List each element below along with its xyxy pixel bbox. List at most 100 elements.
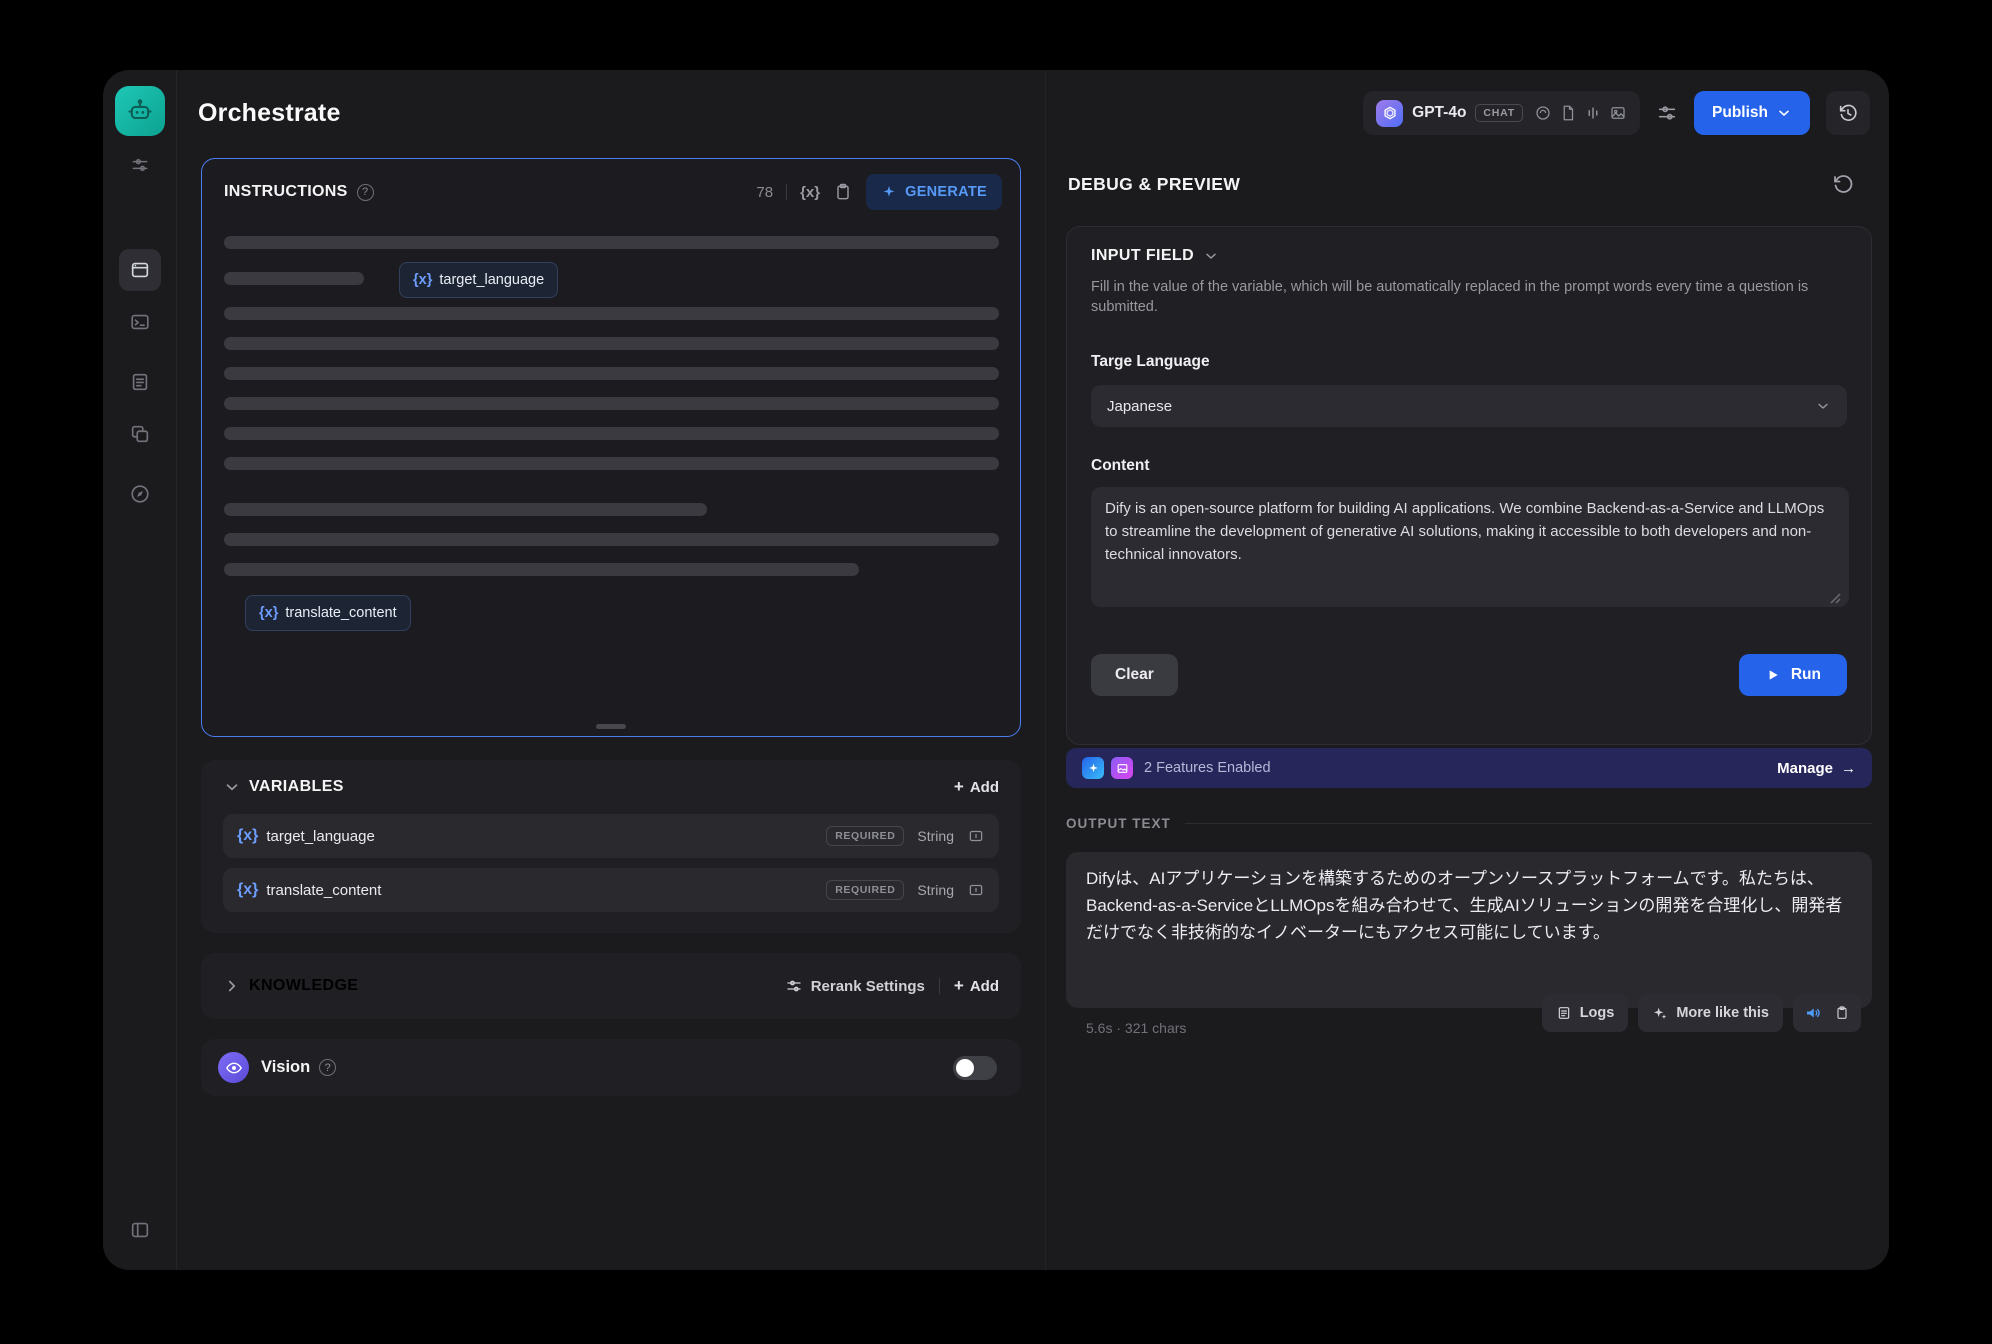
eye-icon (218, 1052, 249, 1083)
chevron-down-icon (1203, 248, 1219, 264)
content-input[interactable]: Dify is an open-source platform for buil… (1091, 487, 1849, 607)
sidebar-item-terminal[interactable] (119, 301, 161, 343)
plus-icon: + (954, 777, 964, 797)
variable-row[interactable]: {x} target_language REQUIRED String (223, 814, 999, 858)
chevron-right-icon[interactable] (223, 977, 241, 995)
sidebar (103, 70, 177, 1270)
output-meta: 5.6s · 321 chars (1086, 1020, 1186, 1036)
variable-type: String (917, 828, 954, 844)
variable-type-icon[interactable] (967, 827, 985, 845)
brace-x-icon: {x} (237, 827, 258, 845)
sparkle-icon (1652, 1005, 1668, 1021)
debug-preview-title: DEBUG & PREVIEW (1068, 174, 1240, 195)
variables-title: VARIABLES (249, 778, 344, 796)
sliders-icon (130, 155, 150, 175)
skeleton-line (224, 397, 999, 410)
sparkle-icon (881, 184, 897, 200)
variable-type: String (917, 882, 954, 898)
help-icon[interactable]: ? (319, 1059, 336, 1076)
more-like-this-button[interactable]: More like this (1638, 994, 1783, 1032)
add-variable-button[interactable]: + Add (954, 777, 999, 797)
variables-panel: VARIABLES + Add {x} target_language REQU… (201, 760, 1021, 933)
debug-preview-pane: DEBUG & PREVIEW INPUT FIELD Fill in the … (1045, 70, 1889, 1270)
output-title: OUTPUT TEXT (1066, 816, 1171, 831)
chevron-down-icon[interactable] (223, 778, 241, 796)
insert-variable-button[interactable]: {x} (800, 184, 820, 201)
play-icon (1765, 667, 1781, 683)
brace-x-icon: {x} (259, 605, 278, 621)
input-field-header[interactable]: INPUT FIELD (1091, 247, 1847, 265)
generate-label: GENERATE (905, 184, 987, 200)
copy-icon (129, 423, 151, 445)
sidebar-item-orchestrate[interactable] (119, 249, 161, 291)
manage-features-button[interactable]: Manage → (1777, 760, 1856, 777)
knowledge-title: KNOWLEDGE (249, 977, 358, 995)
generate-feature-icon (1082, 757, 1104, 779)
skeleton-line (224, 307, 999, 320)
logs-button[interactable]: Logs (1542, 994, 1629, 1032)
instructions-panel: INSTRUCTIONS ? 78 {x} GEN (201, 158, 1021, 737)
sidebar-item-explore[interactable] (119, 473, 161, 515)
chevron-down-icon (1815, 398, 1831, 414)
char-count: 78 (756, 184, 773, 201)
required-badge: REQUIRED (826, 826, 904, 846)
orchestrate-pane: INSTRUCTIONS ? 78 {x} GEN (177, 148, 1045, 1270)
add-label: Add (970, 779, 999, 796)
divider (939, 978, 940, 994)
collapse-panel-button[interactable] (119, 1209, 161, 1251)
run-button[interactable]: Run (1739, 654, 1847, 696)
sidebar-item-logs[interactable] (119, 361, 161, 403)
arrow-right-icon: → (1841, 760, 1856, 777)
clear-label: Clear (1115, 666, 1154, 684)
variable-type-icon[interactable] (967, 881, 985, 899)
sidebar-item-settings[interactable] (119, 144, 161, 186)
toggle-knob (956, 1059, 974, 1077)
required-badge: REQUIRED (826, 880, 904, 900)
generate-button[interactable]: GENERATE (866, 174, 1002, 210)
sidebar-item-annotations[interactable] (119, 413, 161, 455)
document-list-icon (129, 371, 151, 393)
variable-row[interactable]: {x} translate_content REQUIRED String (223, 868, 999, 912)
image-feature-icon (1111, 757, 1133, 779)
variable-name: target_language (266, 828, 374, 845)
clear-button[interactable]: Clear (1091, 654, 1178, 696)
output-text: Difyは、AIアプリケーションを構築するためのオープンソースプラットフォームで… (1066, 852, 1872, 1008)
skeleton-line (224, 337, 999, 350)
target-language-select[interactable]: Japanese (1091, 385, 1847, 427)
copy-output-icon[interactable] (1834, 1005, 1850, 1021)
chip-label: translate_content (285, 605, 396, 621)
manage-label: Manage (1777, 760, 1833, 777)
skeleton-line (224, 427, 999, 440)
content-label: Content (1091, 457, 1847, 475)
resize-handle[interactable] (596, 724, 626, 729)
app-logo[interactable] (115, 86, 165, 136)
instructions-title: INSTRUCTIONS (224, 183, 348, 201)
skeleton-line (224, 367, 999, 380)
clipboard-icon[interactable] (833, 182, 853, 202)
divider (786, 184, 787, 200)
more-like-this-label: More like this (1676, 1005, 1769, 1021)
variable-name: translate_content (266, 882, 381, 899)
input-field-title: INPUT FIELD (1091, 247, 1194, 265)
variable-chip-translate-content[interactable]: {x} translate_content (245, 595, 411, 631)
skeleton-line (224, 503, 707, 516)
skeleton-line (224, 563, 859, 576)
logs-icon (1556, 1005, 1572, 1021)
output-actions: Logs More like this (1542, 994, 1861, 1032)
vision-label: Vision (261, 1058, 310, 1077)
logs-label: Logs (1580, 1005, 1615, 1021)
speaker-icon[interactable] (1804, 1004, 1822, 1022)
panel-left-icon (129, 1219, 151, 1241)
vision-toggle[interactable] (953, 1056, 997, 1080)
restart-icon[interactable] (1831, 172, 1855, 196)
selected-language: Japanese (1107, 398, 1172, 415)
input-field-card: INPUT FIELD Fill in the value of the var… (1066, 226, 1872, 745)
rerank-settings-button[interactable]: Rerank Settings (785, 977, 925, 995)
run-label: Run (1791, 666, 1821, 684)
rerank-label: Rerank Settings (811, 978, 925, 995)
variable-chip-target-language[interactable]: {x} target_language (399, 262, 558, 298)
resize-corner-icon[interactable] (1830, 593, 1841, 604)
chip-label: target_language (439, 272, 544, 288)
help-icon[interactable]: ? (357, 184, 374, 201)
add-knowledge-button[interactable]: + Add (954, 976, 999, 996)
